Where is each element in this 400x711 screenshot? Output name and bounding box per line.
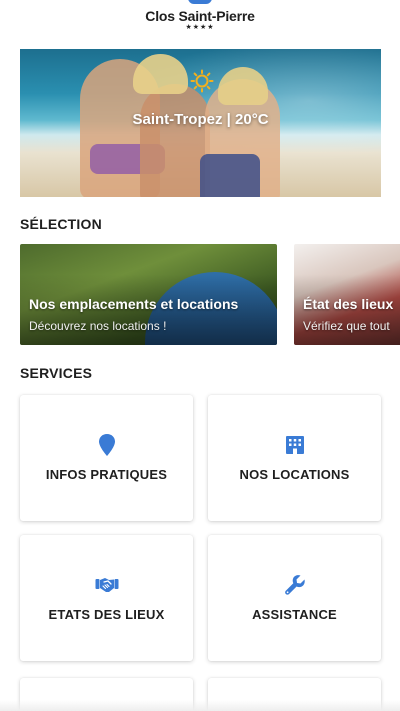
- bottom-fade: [0, 700, 400, 711]
- card-subtitle: Découvrez nos locations !: [29, 319, 167, 333]
- card-subtitle: Vérifiez que tout: [303, 319, 390, 333]
- tile-assistance[interactable]: ASSISTANCE: [208, 535, 381, 661]
- tile-label: ETATS DES LIEUX: [48, 607, 165, 622]
- star-rating: ★★★★: [185, 24, 215, 31]
- weather-banner[interactable]: Saint-Tropez | 20°C: [20, 49, 381, 197]
- services-title: SERVICES: [20, 365, 93, 381]
- sun-icon: [190, 69, 214, 93]
- tile-label: ASSISTANCE: [252, 607, 337, 622]
- tile-nos-locations[interactable]: NOS LOCATIONS: [208, 395, 381, 521]
- app-header: Clos Saint-Pierre ★★★★: [0, 0, 400, 34]
- selection-carousel[interactable]: Nos emplacements et locations Découvrez …: [20, 244, 400, 345]
- selection-card-locations[interactable]: Nos emplacements et locations Découvrez …: [20, 244, 277, 345]
- logo-icon: [188, 0, 212, 4]
- wrench-icon: [284, 575, 305, 595]
- card-title: Nos emplacements et locations: [29, 296, 239, 312]
- weather-text: Saint-Tropez | 20°C: [132, 111, 269, 128]
- tile-infos-pratiques[interactable]: INFOS PRATIQUES: [20, 395, 193, 521]
- selection-card-etat-des-lieux[interactable]: État des lieux Vérifiez que tout: [294, 244, 400, 345]
- app-title: Clos Saint-Pierre: [145, 8, 255, 24]
- tile-etats-des-lieux[interactable]: ETATS DES LIEUX: [20, 535, 193, 661]
- building-icon: [285, 436, 304, 454]
- card-title: État des lieux: [303, 296, 394, 312]
- map-pin-icon: [98, 434, 115, 456]
- tile-label: INFOS PRATIQUES: [45, 467, 168, 482]
- tile-label: NOS LOCATIONS: [239, 467, 350, 482]
- handshake-icon: [95, 578, 118, 592]
- selection-title: SÉLECTION: [20, 216, 102, 232]
